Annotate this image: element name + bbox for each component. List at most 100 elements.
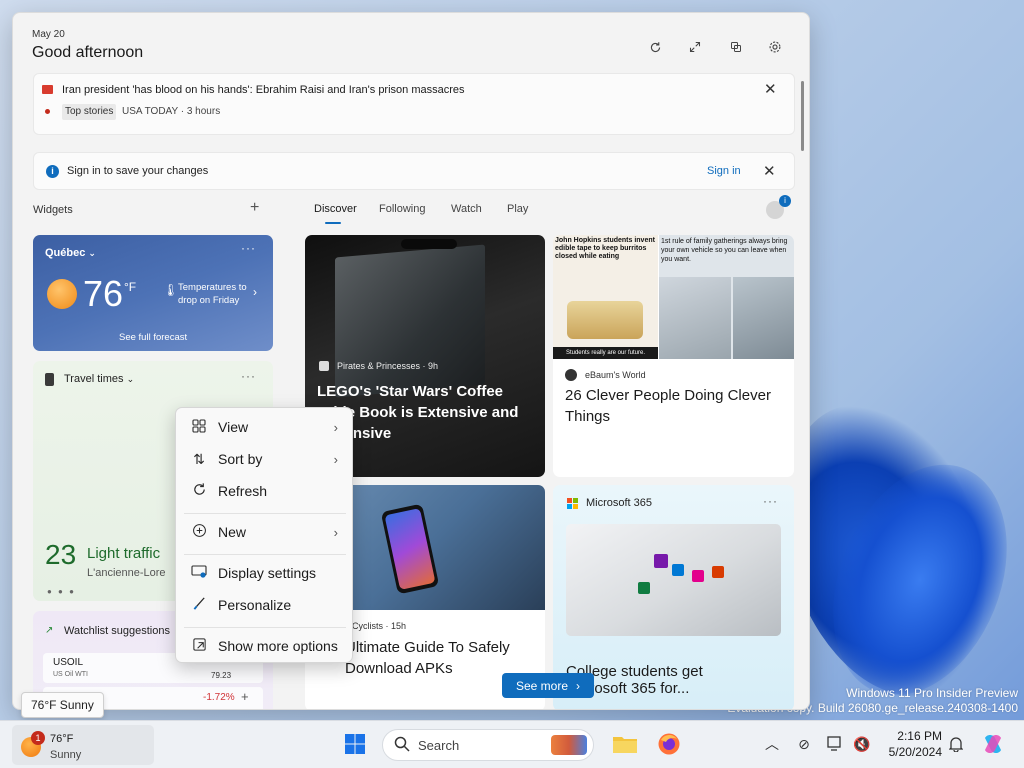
menu-item-new[interactable]: New › [176,517,354,547]
taskbar-search-box[interactable]: Search [382,729,594,761]
news-card[interactable]: John Hopkins students invent edible tape… [553,235,794,477]
signin-link[interactable]: Sign in [707,165,741,177]
settings-icon[interactable] [763,35,787,59]
see-more-button[interactable]: See more › [502,673,594,698]
travel-minutes: 23 [45,539,77,570]
menu-item-refresh[interactable]: Refresh [176,476,354,506]
chevron-right-icon: › [333,451,338,467]
chevron-right-icon[interactable]: › [253,285,257,299]
lego-book-image [335,244,485,398]
search-highlight-image [551,735,587,755]
ticker-symbol: USOIL [53,657,84,668]
thermometer-icon: 🌡 [163,283,179,297]
tab-watch[interactable]: Watch [451,203,482,215]
more-options-icon[interactable]: ··· [241,241,256,255]
network-off-icon[interactable]: ⊘ [794,735,814,753]
card-source: y Cyclists · 15h [345,621,407,631]
traffic-light-icon [45,373,54,386]
close-icon[interactable]: ✕ [763,162,776,180]
clock-date[interactable]: 5/20/2024 [874,745,942,759]
photo-car [659,277,731,359]
card-source: Pirates & Princesses · 9h [337,361,439,371]
travel-title[interactable]: Travel times ⌄ [64,373,134,385]
top-story-headline[interactable]: Iran president 'has blood on his hands':… [62,84,465,96]
taskbar-condition: Sunny [50,749,82,761]
notification-bell-icon[interactable] [947,734,965,754]
desktop-context-menu: View › ⇅ Sort by › Refresh New › Display… [175,407,353,663]
weather-unit: °F [124,280,137,294]
weather-temp: 76 [83,273,124,314]
top-stories-tag: Top stories [62,104,117,120]
taskbar: 1 76°F Sunny Search ︿ ⊘ 🔇 2:16 PM 5/20/2… [0,720,1024,768]
weather-widget[interactable]: Québec ⌄ ··· 76 °F 🌡 Temperatures to dro… [33,235,273,351]
chevron-right-icon: › [576,678,581,693]
clock-time[interactable]: 2:16 PM [880,729,942,743]
travel-route: L'ancienne-Lore [87,567,166,579]
start-windows-icon[interactable] [343,732,367,756]
search-placeholder: Search [418,738,460,753]
menu-item-display-settings[interactable]: Display settings [176,558,354,588]
card-source: Microsoft 365 [586,497,653,509]
expand-icon[interactable] [683,35,707,59]
menu-item-show-more-options[interactable]: Show more options [176,631,354,661]
copilot-icon[interactable] [980,731,1006,757]
display-monitor-icon[interactable] [826,735,846,753]
see-full-forecast-link[interactable]: See full forecast [119,332,187,343]
pager-dots[interactable]: ● ● ● [47,587,76,596]
office-apps-image [566,524,781,636]
chevron-up-icon[interactable]: ︿ [764,735,780,753]
ticker-value: 79.23 [211,671,232,680]
card-title[interactable]: Ultimate Guide To Safely Download APKs [345,637,510,679]
menu-item-personalize[interactable]: Personalize [176,590,354,620]
display-icon [190,564,208,582]
add-widget-button[interactable]: + [250,199,259,217]
refresh-icon[interactable] [643,35,667,59]
publisher-logo-icon [319,361,329,371]
phone-shape [380,503,440,595]
panel-greeting: Good afternoon [32,44,144,61]
firefox-icon[interactable] [656,731,682,757]
chevron-right-icon: › [333,419,338,435]
avatar-info-badge: i [779,195,791,207]
tab-discover[interactable]: Discover [314,203,357,215]
menu-item-sort-by[interactable]: ⇅ Sort by › [176,444,354,474]
search-icon [394,736,410,757]
ticker-name: US Oil WTI [53,671,88,678]
new-plus-icon [190,523,208,541]
card-title[interactable]: 26 Clever People Doing Clever Things [565,385,783,427]
weather-location[interactable]: Québec ⌄ [45,247,96,259]
weather-alert[interactable]: Temperatures to drop on Friday [178,281,253,307]
tab-active-indicator [325,222,341,224]
tab-following[interactable]: Following [379,203,425,215]
traffic-status: Light traffic [87,545,161,562]
card-source: eBaum's World [585,370,646,380]
usa-today-logo-icon [42,85,53,94]
sunny-icon [47,279,77,309]
tab-play[interactable]: Play [507,203,528,215]
menu-separator [184,513,346,514]
refresh-icon [190,482,208,500]
panel-date: May 20 [32,29,65,40]
signin-message: Sign in to save your changes [67,165,209,177]
weather-widget-button[interactable]: 1 76°F Sunny [12,725,154,765]
pin-icon[interactable] [724,35,748,59]
file-explorer-icon[interactable] [612,732,638,756]
live-dot-icon [45,109,50,114]
menu-item-view[interactable]: View › [176,412,354,442]
widgets-board: May 20 Good afternoon Iran president 'ha… [12,12,810,710]
signin-banner: i Sign in to save your changes Sign in ✕ [33,152,795,190]
scrollbar-thumb[interactable] [801,81,804,151]
close-icon[interactable]: ✕ [764,80,777,98]
burrito-image [567,301,643,339]
watchlist-title: Watchlist suggestions [64,625,170,637]
notification-badge: 1 [31,731,45,745]
sort-icon: ⇅ [193,450,205,467]
volume-off-icon[interactable]: 🔇 [852,735,872,753]
chevron-right-icon: › [333,524,338,540]
more-options-icon[interactable]: ··· [763,494,778,508]
more-options-icon[interactable]: ··· [241,369,256,383]
ticker-change: -1.72% [203,692,235,703]
top-story-card[interactable]: Iran president 'has blood on his hands':… [33,73,795,135]
publisher-logo-icon [565,369,577,381]
add-ticker-button[interactable]: + [241,689,249,704]
